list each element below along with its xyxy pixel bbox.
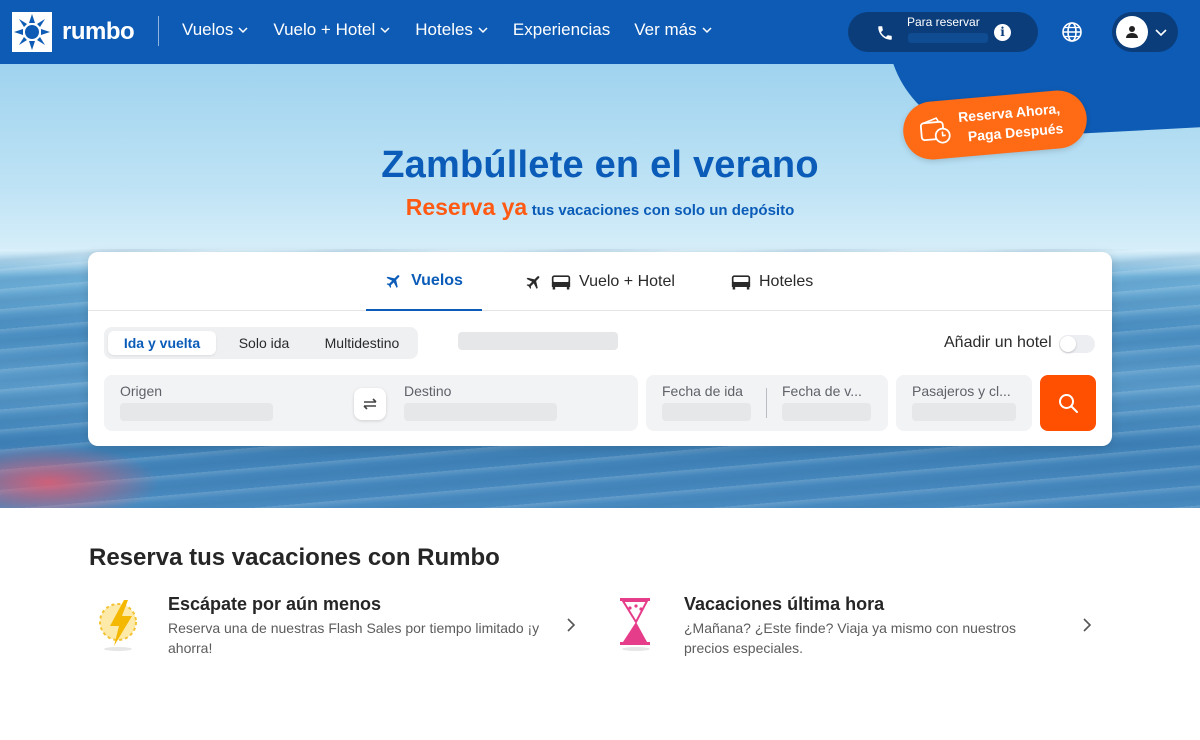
chevron-right-icon	[567, 618, 576, 632]
origin-value-placeholder	[120, 403, 273, 421]
tab-label: Vuelos	[411, 271, 463, 289]
wallet-clock-icon	[919, 117, 951, 144]
nav-label: Ver más	[634, 20, 697, 39]
card-description: ¿Mañana? ¿Este finde? Viaja ya mismo con…	[684, 620, 1017, 656]
product-tabs: Vuelos Vuelo + Hotel Hoteles	[88, 252, 1112, 311]
destination-field[interactable]: Destino	[388, 375, 638, 431]
search-icon	[1059, 394, 1078, 413]
destination-value-placeholder	[404, 403, 557, 421]
origin-field[interactable]: Origen	[104, 375, 354, 431]
logo-text: rumbo	[62, 18, 135, 45]
trip-option-round[interactable]: Ida y vuelta	[108, 331, 216, 355]
globe-icon[interactable]	[1060, 20, 1084, 44]
tab-hoteles[interactable]: Hoteles	[731, 252, 813, 311]
lightning-icon	[99, 600, 137, 651]
info-icon[interactable]: i	[994, 24, 1011, 41]
dates-fields: Fecha de ida Fecha de v...	[646, 375, 888, 431]
bed-icon	[551, 274, 571, 289]
phone-label: Para reservar	[907, 15, 980, 29]
hero-title: Zambúllete en el verano	[381, 144, 819, 186]
card-title: Vacaciones última hora	[684, 594, 885, 614]
tab-label: Vuelo + Hotel	[579, 272, 675, 290]
origin-label: Origen	[120, 383, 163, 399]
date-divider	[766, 388, 767, 418]
chevron-down-icon	[238, 27, 248, 34]
bed-icon	[731, 274, 751, 289]
departure-value-placeholder	[662, 403, 751, 421]
toggle-knob	[1060, 336, 1076, 352]
top-header: rumbo Vuelos Vuelo + Hotel Hoteles Exper…	[0, 0, 1200, 64]
add-hotel-toggle[interactable]	[1059, 335, 1095, 353]
rumbo-logo[interactable]: rumbo	[12, 12, 135, 52]
user-icon	[1126, 26, 1138, 38]
hourglass-icon	[620, 598, 650, 651]
avatar	[1116, 16, 1148, 48]
tab-label: Hoteles	[759, 272, 814, 290]
trip-option-multi[interactable]: Multidestino	[310, 331, 414, 355]
nav-label: Vuelos	[182, 20, 234, 39]
nav-vuelos[interactable]: Vuelos	[182, 20, 249, 40]
nav-ver-mas[interactable]: Ver más	[634, 20, 712, 40]
header-divider	[158, 16, 159, 46]
return-label: Fecha de v...	[782, 383, 862, 399]
card-title: Escápate por aún menos	[168, 594, 382, 614]
chevron-right-icon	[1083, 618, 1092, 632]
chevron-down-icon	[1155, 29, 1167, 37]
sun-logo-icon	[12, 12, 52, 52]
chevron-down-icon	[380, 27, 390, 34]
subtitle-accent: Reserva ya	[405, 194, 528, 220]
plane-icon	[526, 275, 540, 289]
nav-label: Experiencias	[512, 20, 611, 39]
nav-vuelo-hotel[interactable]: Vuelo + Hotel	[273, 20, 391, 40]
chevron-down-icon	[702, 27, 712, 34]
add-hotel-label: Añadir un hotel	[944, 334, 1052, 351]
plane-icon	[386, 274, 400, 288]
nav-experiencias[interactable]: Experiencias	[513, 20, 610, 40]
tab-vuelo-hotel[interactable]: Vuelo + Hotel	[525, 252, 675, 311]
trip-option-oneway[interactable]: Solo ida	[222, 331, 306, 355]
nav-hoteles[interactable]: Hoteles	[415, 20, 489, 40]
tab-vuelos[interactable]: Vuelos	[366, 252, 482, 311]
badge-line-2: Paga Después	[967, 120, 1064, 145]
destination-label: Destino	[404, 383, 452, 399]
passengers-label: Pasajeros y cl...	[912, 383, 1011, 399]
loading-placeholder	[458, 332, 618, 350]
phone-number-placeholder	[908, 33, 988, 43]
last-minute-card[interactable]: Vacaciones última hora ¿Mañana? ¿Este fi…	[614, 594, 1104, 664]
phone-icon	[878, 26, 892, 40]
search-card: Vuelos Vuelo + Hotel Hoteles Ida y vuelt…	[88, 252, 1112, 446]
chevron-down-icon	[478, 27, 488, 34]
passengers-field[interactable]: Pasajeros y cl...	[896, 375, 1032, 431]
subtitle-rest: tus vacaciones con solo un depósito	[531, 202, 795, 219]
hero-subtitle: Reserva ya tus vacaciones con solo un de…	[0, 194, 1200, 221]
departure-date-field[interactable]: Fecha de ida	[646, 375, 766, 431]
trip-type-toggle: Ida y vuelta Solo ida Multidestino	[104, 327, 418, 359]
search-button[interactable]	[1040, 375, 1096, 431]
swap-route-button[interactable]	[354, 388, 386, 420]
return-value-placeholder	[782, 403, 871, 421]
section-title: Reserva tus vacaciones con Rumbo	[89, 544, 500, 571]
return-date-field[interactable]: Fecha de v...	[766, 375, 888, 431]
account-menu-button[interactable]	[1112, 12, 1178, 52]
decorative-swirl	[0, 444, 160, 508]
departure-label: Fecha de ida	[662, 383, 743, 399]
phone-booking-pill[interactable]: Para reservar i	[848, 12, 1038, 52]
nav-label: Vuelo + Hotel	[273, 20, 376, 39]
nav-label: Hoteles	[415, 20, 473, 39]
main-nav: Vuelos Vuelo + Hotel Hoteles Experiencia…	[182, 20, 713, 40]
card-description: Reserva una de nuestras Flash Sales por …	[168, 620, 540, 656]
flash-sales-card[interactable]: Escápate por aún menos Reserva una de nu…	[98, 594, 588, 664]
swap-arrows-icon	[363, 398, 377, 410]
passengers-value-placeholder	[912, 403, 1016, 421]
